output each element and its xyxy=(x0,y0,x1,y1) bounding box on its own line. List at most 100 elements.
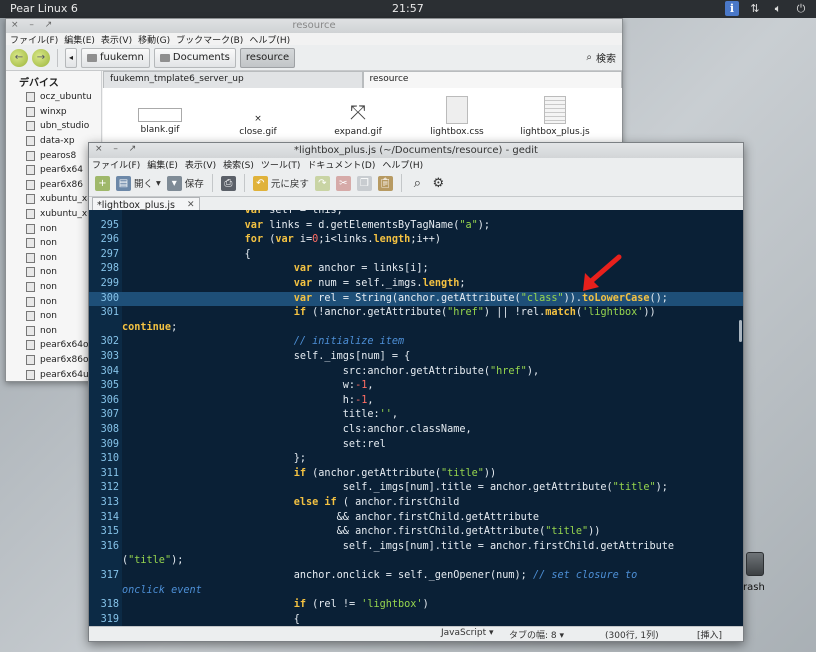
power-icon[interactable]: ⏻ xyxy=(794,1,808,16)
menu-help[interactable]: ヘルプ(H) xyxy=(382,158,423,171)
menu-file[interactable]: ファイル(F) xyxy=(92,158,140,171)
sidebar-device-item[interactable]: non xyxy=(6,221,101,236)
file-manager-titlebar[interactable]: × – ↗ resource xyxy=(6,19,622,33)
code-line[interactable]: 295 var links = d.getElementsByTagName("… xyxy=(89,219,743,234)
code-line[interactable]: 314 && anchor.firstChild.getAttribute xyxy=(89,511,743,526)
code-line[interactable]: 312 self._imgs[num].title = anchor.getAt… xyxy=(89,481,743,496)
code-line[interactable]: var self = this; xyxy=(89,210,743,219)
code-line[interactable]: onclick event xyxy=(89,584,743,599)
code-line[interactable]: 297 { xyxy=(89,248,743,263)
code-line[interactable]: 298 var anchor = links[i]; xyxy=(89,262,743,277)
sidebar-device-item[interactable]: non xyxy=(6,251,101,266)
search-button[interactable]: ⌕ 検索 xyxy=(586,50,616,65)
menu-file[interactable]: ファイル(F) xyxy=(10,33,58,46)
menu-edit[interactable]: 編集(E) xyxy=(64,33,95,46)
menu-documents[interactable]: ドキュメント(D) xyxy=(307,158,375,171)
menu-search[interactable]: 検索(S) xyxy=(223,158,254,171)
code-line[interactable]: 306 h:-1, xyxy=(89,394,743,409)
trash-desktop-item[interactable]: rash xyxy=(743,552,767,593)
sidebar-device-item[interactable]: non xyxy=(6,236,101,251)
vertical-scrollbar[interactable] xyxy=(739,320,742,342)
path-button-documents[interactable]: Documents xyxy=(153,47,236,68)
sidebar-device-item[interactable]: winxp xyxy=(6,105,101,120)
chevron-down-icon[interactable]: ▾ xyxy=(156,178,161,189)
current-code-line[interactable]: 300 var rel = String(anchor.getAttribute… xyxy=(89,291,743,307)
undo-button[interactable]: ↶ 元に戻す xyxy=(252,175,309,191)
sidebar-device-item[interactable]: non xyxy=(6,280,101,295)
code-line[interactable]: 304 src:anchor.getAttribute("href"), xyxy=(89,365,743,380)
sidebar-device-item[interactable]: non xyxy=(6,294,101,309)
forward-button[interactable]: → xyxy=(32,48,50,67)
sidebar-device-item[interactable]: xubuntu_x8 xyxy=(6,192,101,207)
sidebar-device-item[interactable]: non xyxy=(6,324,101,339)
sidebar-device-item[interactable]: pear6x64 xyxy=(6,163,101,178)
redo-icon[interactable]: ↷ xyxy=(314,175,330,191)
code-line[interactable]: 303 self._imgs[num] = { xyxy=(89,350,743,365)
gedit-titlebar[interactable]: × – ↗ *lightbox_plus.js (~/Documents/res… xyxy=(89,143,743,158)
code-line[interactable]: 302 // initialize item xyxy=(89,335,743,350)
new-document-icon[interactable]: + xyxy=(95,175,110,191)
info-icon[interactable]: i xyxy=(725,1,739,16)
back-button[interactable]: ← xyxy=(10,48,28,67)
os-name[interactable]: Pear Linux 6 xyxy=(10,2,78,15)
code-line[interactable]: 317 anchor.onclick = self._genOpener(num… xyxy=(89,569,743,584)
path-button-home[interactable]: fuukemn xyxy=(81,47,150,68)
code-line[interactable]: 308 cls:anchor.className, xyxy=(89,423,743,438)
file-item[interactable]: lightbox_plus.js xyxy=(520,90,590,137)
code-editor[interactable]: var self = this; 295 var links = d.getEle… xyxy=(89,210,743,628)
network-icon[interactable]: ⇅ xyxy=(748,1,762,16)
open-button[interactable]: ▤ 開く ▾ xyxy=(116,175,161,191)
tab-server-up[interactable]: fuukemn_tmplate6_server_up xyxy=(103,71,363,88)
code-line[interactable]: 316 self._imgs[num].title = anchor.first… xyxy=(89,540,743,555)
sidebar-device-item[interactable]: data-xp xyxy=(6,134,101,149)
code-line[interactable]: 315 && anchor.firstChild.getAttribute("t… xyxy=(89,525,743,540)
sidebar-device-item[interactable]: non xyxy=(6,265,101,280)
code-line[interactable]: 301 if (!anchor.getAttribute("href") || … xyxy=(89,306,743,321)
cut-icon[interactable]: ✂ xyxy=(335,175,351,191)
menu-help[interactable]: ヘルプ(H) xyxy=(249,33,290,46)
close-icon[interactable]: ✕ xyxy=(187,200,195,210)
file-item[interactable]: × close.gif xyxy=(223,90,293,137)
sidebar-device-item[interactable]: ubn_studio xyxy=(6,119,101,134)
menu-bookmarks[interactable]: ブックマーク(B) xyxy=(176,33,243,46)
code-line[interactable]: 305 w:-1, xyxy=(89,379,743,394)
save-button[interactable]: ▾ 保存 xyxy=(166,175,204,191)
code-line[interactable]: 313 else if ( anchor.firstChild xyxy=(89,496,743,511)
menu-go[interactable]: 移動(G) xyxy=(138,33,170,46)
search-icon[interactable]: ⌕ xyxy=(410,176,425,191)
menu-view[interactable]: 表示(V) xyxy=(101,33,132,46)
menu-tools[interactable]: ツール(T) xyxy=(261,158,301,171)
search-replace-icon[interactable]: ⚙ xyxy=(431,176,446,191)
print-icon[interactable]: ⎙ xyxy=(220,175,236,191)
sidebar-device-item[interactable]: pear6x64u- xyxy=(6,367,101,381)
code-line[interactable]: 318 if (rel != 'lightbox') xyxy=(89,598,743,613)
clock[interactable]: 21:57 xyxy=(392,2,424,15)
volume-icon[interactable]: 🔈︎ xyxy=(771,1,785,16)
sidebar-device-item[interactable]: pear6x64or xyxy=(6,338,101,353)
code-line[interactable]: 299 var num = self._imgs.length; xyxy=(89,277,743,292)
code-line[interactable]: ("title"); xyxy=(89,554,743,569)
copy-icon[interactable]: ❐ xyxy=(356,175,372,191)
sidebar-device-item[interactable]: pear6x86 xyxy=(6,178,101,193)
tab-resource[interactable]: resource xyxy=(362,71,622,88)
code-line[interactable]: continue; xyxy=(89,321,743,336)
sidebar-device-item[interactable]: ocz_ubuntu xyxy=(6,90,101,105)
language-selector[interactable]: JavaScript ▾ xyxy=(441,628,494,638)
code-line[interactable]: 311 if (anchor.getAttribute("title")) xyxy=(89,467,743,482)
file-item[interactable]: lightbox.css xyxy=(422,90,492,137)
file-item[interactable]: blank.gif xyxy=(125,90,195,135)
paste-icon[interactable]: 📋︎ xyxy=(377,175,393,191)
sidebar-device-item[interactable]: pearos8 xyxy=(6,148,101,163)
code-line[interactable]: 307 title:'', xyxy=(89,408,743,423)
sidebar-device-item[interactable]: xubuntu_x6 xyxy=(6,207,101,222)
menu-edit[interactable]: 編集(E) xyxy=(147,158,178,171)
sidebar-device-item[interactable]: non xyxy=(6,309,101,324)
path-scroll-left-button[interactable]: ◂ xyxy=(65,47,77,68)
tab-width-selector[interactable]: タブの幅: 8 ▾ xyxy=(509,628,564,641)
code-line[interactable]: 296 for (var i=0;i<links.length;i++) xyxy=(89,233,743,248)
code-line[interactable]: 310 }; xyxy=(89,452,743,467)
sidebar-device-item[interactable]: pear6x86or xyxy=(6,353,101,368)
file-item[interactable]: ⤧ expand.gif xyxy=(323,90,393,137)
code-line[interactable]: 309 set:rel xyxy=(89,438,743,453)
path-button-resource[interactable]: resource xyxy=(239,47,296,68)
